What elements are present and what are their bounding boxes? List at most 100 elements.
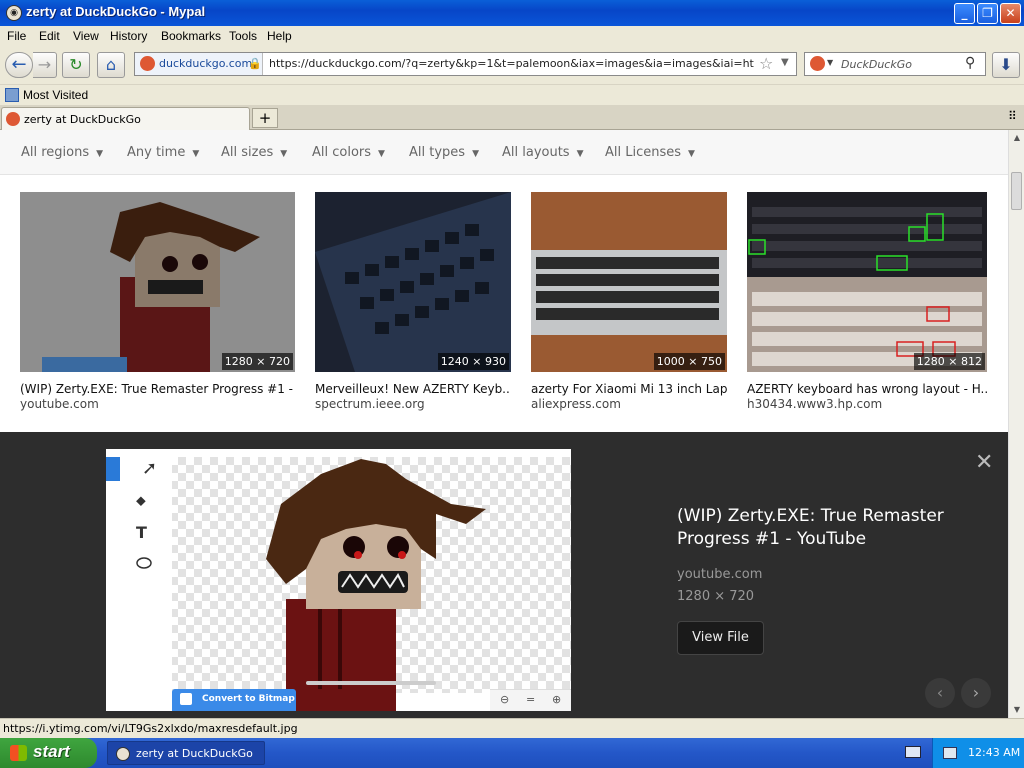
result-source[interactable]: h30434.www3.hp.com <box>747 397 882 411</box>
chevron-down-icon: ▼ <box>192 149 200 159</box>
detail-title[interactable]: (WIP) Zerty.EXE: True Remaster Progress … <box>677 505 977 551</box>
close-window-button[interactable]: ✕ <box>1000 3 1021 24</box>
forward-arrow-icon: → <box>37 55 52 74</box>
result-source[interactable]: youtube.com <box>20 397 99 411</box>
previous-image-button[interactable]: ‹ <box>925 678 955 708</box>
duckduckgo-favicon-icon <box>140 56 155 71</box>
reload-icon: ↻ <box>69 55 83 74</box>
close-icon[interactable]: ✕ <box>975 450 993 475</box>
filter-label: All regions <box>21 145 90 160</box>
result-dimensions: 1240 × 930 <box>437 353 509 370</box>
clock[interactable]: 12:43 AM <box>968 746 1020 759</box>
home-button[interactable]: ⌂ <box>97 52 125 78</box>
new-tab-button[interactable]: + <box>252 108 278 128</box>
search-engine-icon[interactable] <box>810 56 825 71</box>
url-history-dropdown-icon[interactable]: ▼ <box>781 57 789 68</box>
scrollbar-thumb[interactable] <box>1011 172 1022 210</box>
detail-image-artwork: ➚ ⬥ T <box>106 449 571 711</box>
chevron-down-icon: ▼ <box>96 149 104 159</box>
status-bar: https://i.ytimg.com/vi/LT9Gs2xlxdo/maxre… <box>0 718 1024 738</box>
zoom-controls: ⊖ = ⊕ <box>490 689 571 711</box>
result-source[interactable]: aliexpress.com <box>531 397 621 411</box>
home-icon: ⌂ <box>105 55 117 74</box>
maximize-button[interactable]: ❐ <box>977 3 998 24</box>
svg-text:⬥: ⬥ <box>136 493 146 509</box>
result-dimensions: 1000 × 750 <box>653 353 725 370</box>
chevron-down-icon: ▼ <box>280 149 288 159</box>
menu-view[interactable]: View <box>73 29 99 43</box>
window-titlebar[interactable]: ◉ zerty at DuckDuckGo - Mypal _ ❐ ✕ <box>0 0 1024 26</box>
filter-layouts[interactable]: All layouts ▼ <box>502 145 584 160</box>
web-page: All regions ▼ Any time ▼ All sizes ▼ All co… <box>0 130 1008 718</box>
taskbar-item-mypal[interactable]: zerty at DuckDuckGo ... <box>107 741 265 768</box>
detail-source[interactable]: youtube.com <box>677 567 762 582</box>
zoom-in-icon: ⊕ <box>552 693 562 706</box>
filter-types[interactable]: All types ▼ <box>409 145 479 160</box>
tab-bar: zerty at DuckDuckGo + ⠿ <box>0 105 1024 130</box>
image-icon <box>180 693 192 705</box>
filter-label: Any time <box>127 145 186 160</box>
tab-favicon-icon <box>6 112 20 126</box>
menu-bar: File Edit View History Bookmarks Tools H… <box>0 26 1024 46</box>
zoom-out-icon: ⊖ <box>500 693 510 706</box>
bookmark-star-icon[interactable]: ☆ <box>759 54 773 73</box>
next-image-button[interactable]: › <box>961 678 991 708</box>
result-title[interactable]: azerty For Xiaomi Mi 13 inch Lap... <box>531 382 727 396</box>
status-text: https://i.ytimg.com/vi/LT9Gs2xlxdo/maxre… <box>3 722 298 735</box>
bookmark-most-visited[interactable]: Most Visited <box>23 88 88 102</box>
keyboard-icon[interactable] <box>905 746 921 758</box>
bookmarks-toolbar: Most Visited <box>0 84 1024 105</box>
filter-label: All Licenses <box>605 145 682 160</box>
menu-edit[interactable]: Edit <box>39 29 60 43</box>
tab-list-icon[interactable]: ⠿ <box>1008 109 1017 123</box>
result-title[interactable]: (WIP) Zerty.EXE: True Remaster Progress … <box>20 382 295 396</box>
url-input[interactable]: https://duckduckgo.com/?q=zerty&kp=1&t=p… <box>269 57 754 70</box>
tab-duckduckgo[interactable]: zerty at DuckDuckGo <box>1 107 250 130</box>
back-button[interactable]: ← <box>5 52 33 78</box>
start-button[interactable]: start <box>0 738 97 768</box>
minimize-button[interactable]: _ <box>954 3 975 24</box>
network-icon[interactable] <box>943 747 957 759</box>
result-title[interactable]: Merveilleux! New AZERTY Keyb... <box>315 382 511 396</box>
result-title[interactable]: AZERTY keyboard has wrong layout - H... <box>747 382 987 396</box>
result-thumbnail[interactable]: 1280 × 720 <box>20 192 295 372</box>
filter-time[interactable]: Any time ▼ <box>127 145 199 160</box>
result-thumbnail[interactable]: 1240 × 930 <box>315 192 511 372</box>
chevron-right-icon: › <box>972 683 980 702</box>
mypal-app-icon: ◉ <box>6 5 22 21</box>
search-input[interactable]: DuckDuckGo <box>841 58 912 71</box>
windows-logo-icon <box>10 745 27 761</box>
chevron-left-icon: ‹ <box>936 683 944 702</box>
filter-label: All colors <box>312 145 372 160</box>
menu-bookmarks[interactable]: Bookmarks <box>161 29 221 43</box>
search-engine-dropdown-icon[interactable]: ▼ <box>827 58 833 67</box>
site-identity[interactable]: duckduckgo.com 🔒 <box>135 53 263 75</box>
menu-history[interactable]: History <box>110 29 147 43</box>
filter-regions[interactable]: All regions ▼ <box>21 145 103 160</box>
menu-tools[interactable]: Tools <box>229 29 257 43</box>
result-source[interactable]: spectrum.ieee.org <box>315 397 425 411</box>
url-bar[interactable]: duckduckgo.com 🔒 https://duckduckgo.com/… <box>134 52 797 76</box>
reload-button[interactable]: ↻ <box>62 52 90 78</box>
filter-bar: All regions ▼ Any time ▼ All sizes ▼ All co… <box>0 130 1008 175</box>
result-image <box>20 192 295 372</box>
page-scrollbar[interactable]: ▲ ▼ <box>1008 130 1024 718</box>
menu-file[interactable]: File <box>7 29 26 43</box>
filter-sizes[interactable]: All sizes ▼ <box>221 145 287 160</box>
result-image <box>747 192 987 372</box>
result-dimensions: 1280 × 812 <box>913 353 985 370</box>
chevron-down-icon: ▼ <box>576 149 584 159</box>
detail-image[interactable]: ➚ ⬥ T Convert to Bitmap ⊖ = ⊕ <box>106 449 571 711</box>
menu-help[interactable]: Help <box>267 29 292 43</box>
scroll-down-icon[interactable]: ▼ <box>1010 702 1024 718</box>
filter-colors[interactable]: All colors ▼ <box>312 145 385 160</box>
filter-licenses[interactable]: All Licenses ▼ <box>605 145 695 160</box>
result-thumbnail[interactable]: 1280 × 812 <box>747 192 987 372</box>
scroll-up-icon[interactable]: ▲ <box>1010 130 1024 146</box>
forward-button[interactable]: → <box>33 52 57 78</box>
view-file-button[interactable]: View File <box>677 621 764 655</box>
downloads-button[interactable]: ⬇ <box>992 52 1020 78</box>
search-bar[interactable]: ▼ DuckDuckGo ⚲ <box>804 52 986 76</box>
search-icon[interactable]: ⚲ <box>965 55 975 71</box>
result-thumbnail[interactable]: 1000 × 750 <box>531 192 727 372</box>
